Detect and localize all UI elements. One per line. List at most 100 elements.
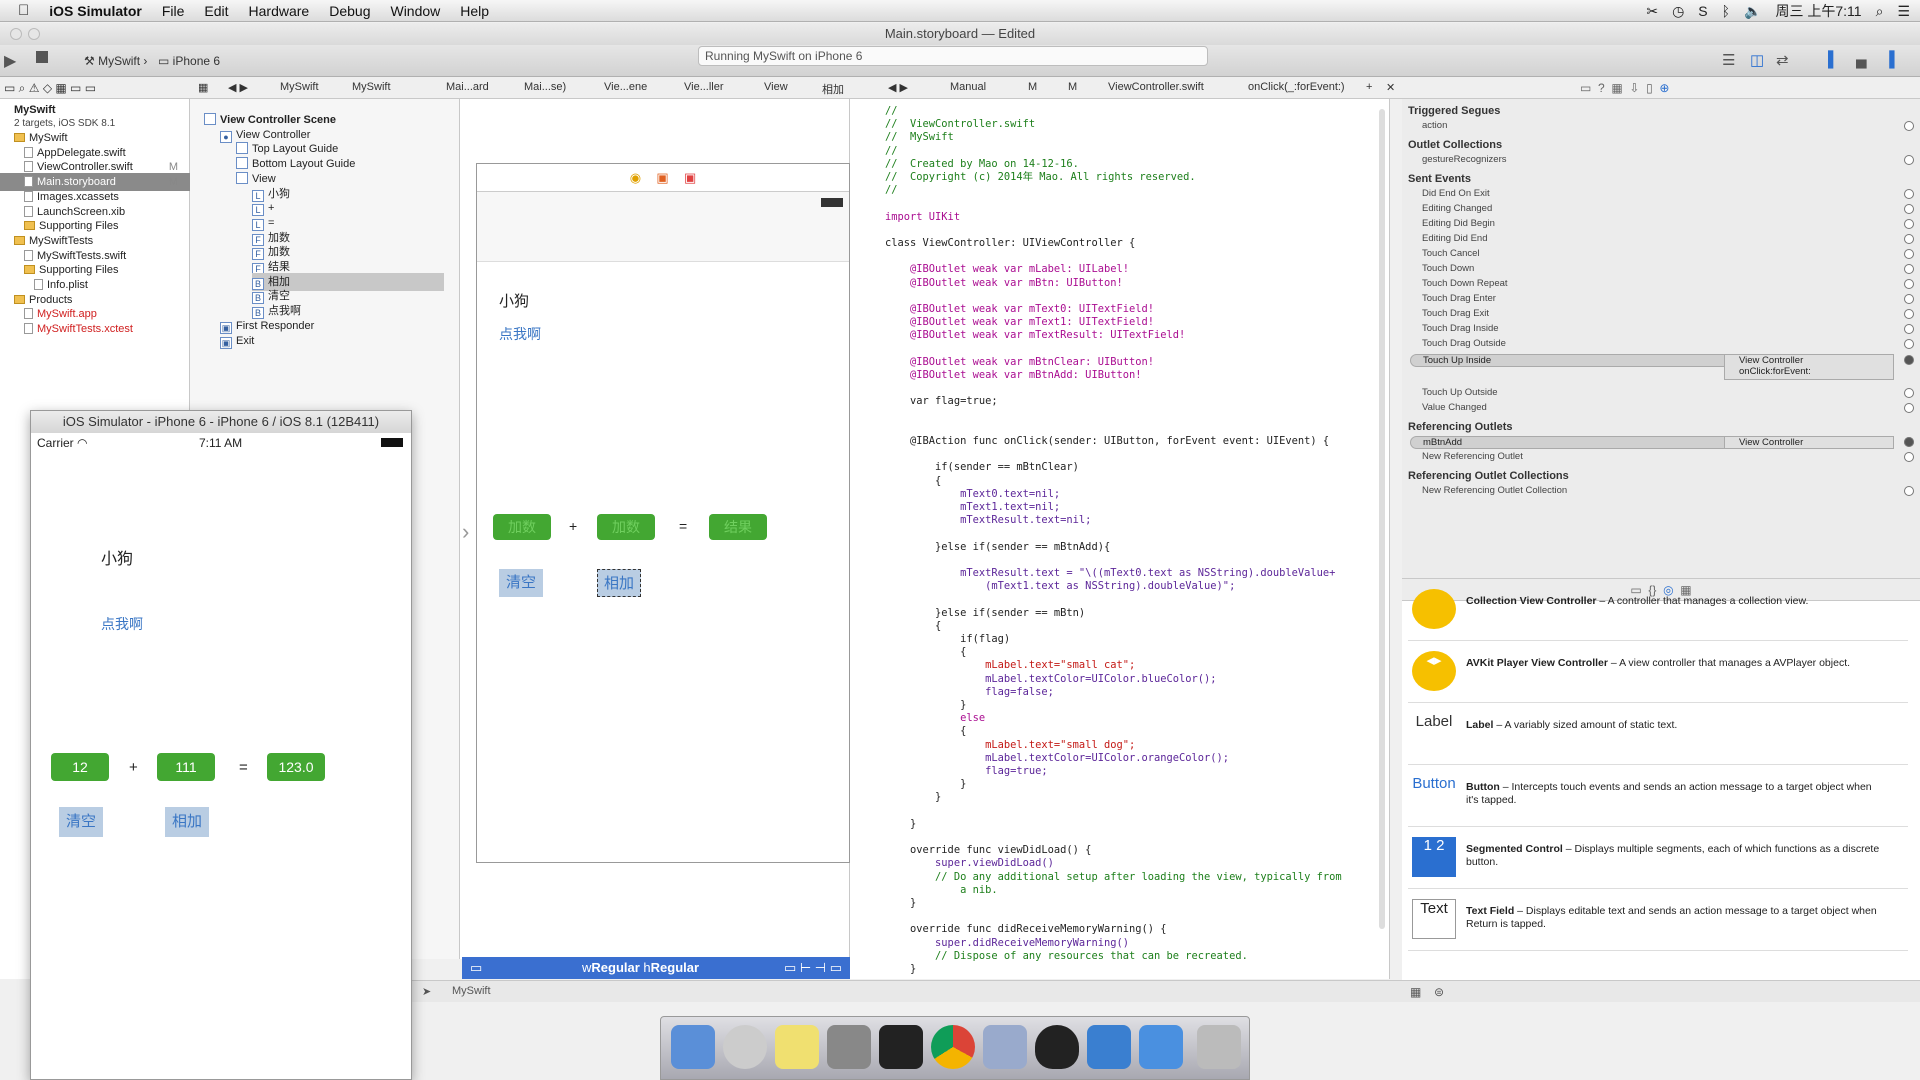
- stickies-icon[interactable]: [775, 1025, 819, 1069]
- sb-plus[interactable]: +: [569, 518, 577, 534]
- library-item[interactable]: Label Label – A variably sized amount of …: [1408, 703, 1908, 765]
- editor-standard-icon[interactable]: ☰: [1722, 51, 1735, 69]
- stop-icon[interactable]: [36, 51, 48, 63]
- connection-circle-icon[interactable]: [1904, 249, 1914, 259]
- menubar-clock[interactable]: 周三 上午7:11: [1775, 1, 1861, 21]
- editor-scrollbar[interactable]: [1379, 109, 1385, 929]
- crumb-r3[interactable]: ViewController.swift: [1108, 81, 1204, 93]
- sim-clear-button[interactable]: 清空: [59, 807, 103, 837]
- outline-item[interactable]: ▣ Exit: [220, 332, 254, 350]
- minimize-window-button[interactable]: [28, 28, 40, 40]
- menu-window[interactable]: Window: [390, 3, 440, 19]
- crumb-7[interactable]: 相加: [822, 81, 844, 97]
- connection-circle-icon[interactable]: [1904, 189, 1914, 199]
- close-window-button[interactable]: [10, 28, 22, 40]
- sb-result-field[interactable]: 结果: [709, 514, 767, 540]
- connection-circle-icon[interactable]: [1904, 452, 1914, 462]
- debug-toggle-icon[interactable]: ▄: [1856, 51, 1867, 68]
- crumb-2[interactable]: Mai...ard: [446, 81, 489, 93]
- connection-circle-filled-icon[interactable]: [1904, 355, 1914, 365]
- connection-circle-icon[interactable]: [1904, 388, 1914, 398]
- outline-toggle-icon[interactable]: ▭: [470, 960, 482, 976]
- connection-circle-icon[interactable]: [1904, 264, 1914, 274]
- connection-circle-icon[interactable]: [1904, 279, 1914, 289]
- skype-icon[interactable]: S: [1698, 3, 1707, 19]
- crumb-r2[interactable]: M: [1068, 81, 1077, 93]
- size-class-bar[interactable]: wRegular hRegular ▭ ▭ ⊢ ⊣ ▭: [462, 957, 850, 979]
- library-item[interactable]: 1 2 Segmented Control – Displays multiple…: [1408, 827, 1908, 889]
- connection-circle-icon[interactable]: [1904, 403, 1914, 413]
- exit-icon[interactable]: ▣: [684, 170, 696, 185]
- sim-tap-button[interactable]: 点我啊: [101, 614, 143, 634]
- sim-field2[interactable]: 111: [157, 753, 215, 781]
- crumb-1[interactable]: MySwift: [352, 81, 391, 93]
- layout-tools-icon[interactable]: ▭ ⊢ ⊣ ▭: [784, 960, 842, 976]
- referencing-outlet-connection[interactable]: mBtnAdd: [1410, 436, 1730, 449]
- system-preferences-icon[interactable]: [827, 1025, 871, 1069]
- menu-file[interactable]: File: [162, 3, 185, 19]
- device-selector[interactable]: ▭ iPhone 6: [158, 54, 220, 68]
- navigator-toggle-icon[interactable]: ▌: [1828, 51, 1839, 68]
- trash-icon[interactable]: [1197, 1025, 1241, 1069]
- spotlight-icon[interactable]: ⌕: [1876, 3, 1884, 20]
- connection-circle-icon[interactable]: [1904, 219, 1914, 229]
- close-editor-icon[interactable]: ✕: [1386, 81, 1395, 94]
- crumb-r4[interactable]: onClick(_:forEvent:): [1248, 81, 1345, 93]
- preview-icon[interactable]: [983, 1025, 1027, 1069]
- menu-debug[interactable]: Debug: [329, 3, 370, 19]
- view-controller-icon[interactable]: ◉: [630, 170, 641, 185]
- connection-circle-icon[interactable]: [1904, 155, 1914, 165]
- editor-assistant-icon[interactable]: ◫: [1750, 51, 1764, 69]
- send-icon[interactable]: ➤: [422, 985, 431, 998]
- connection-circle-icon[interactable]: [1904, 339, 1914, 349]
- library-filter-bar[interactable]: ▦ ⊜: [1402, 980, 1920, 1002]
- connection-circle-icon[interactable]: [1904, 486, 1914, 496]
- navigator-tabs-icon[interactable]: ▭ ⌕ ⚠ ◇ ▦ ▭ ▭: [4, 81, 96, 96]
- sb-clear-button[interactable]: 清空: [499, 569, 543, 597]
- sb-label[interactable]: 小狗: [499, 290, 529, 311]
- volume-icon[interactable]: 🔈: [1744, 3, 1761, 20]
- crumb-6[interactable]: View: [764, 81, 788, 93]
- library-item[interactable]: Text Text Field – Displays editable text …: [1408, 889, 1908, 951]
- time-machine-icon[interactable]: ◷: [1672, 3, 1684, 20]
- sb-field1[interactable]: 加数: [493, 514, 551, 540]
- editor-version-icon[interactable]: ⇄: [1776, 51, 1789, 69]
- nav-item[interactable]: MySwiftTests.xctest: [0, 320, 190, 338]
- scheme-selector[interactable]: ⚒ MySwift ›: [84, 54, 147, 68]
- crumb-r1[interactable]: M: [1028, 81, 1037, 93]
- filter-icon[interactable]: ⊜: [1434, 985, 1444, 999]
- add-editor-icon[interactable]: +: [1366, 81, 1372, 93]
- connection-circle-icon[interactable]: [1904, 324, 1914, 334]
- tools-icon[interactable]: ✂: [1646, 3, 1658, 20]
- menu-hardware[interactable]: Hardware: [249, 3, 310, 19]
- sim-add-button[interactable]: 相加: [165, 807, 209, 837]
- connection-circle-filled-icon[interactable]: [1904, 437, 1914, 447]
- touch-up-inside-connection[interactable]: Touch Up Inside: [1410, 354, 1730, 367]
- back-icon[interactable]: ◀ ▶: [228, 81, 248, 94]
- xcode-alt-icon[interactable]: [1139, 1025, 1183, 1069]
- connection-circle-icon[interactable]: [1904, 294, 1914, 304]
- menu-help[interactable]: Help: [460, 3, 489, 19]
- library-item[interactable]: ◂▸ AVKit Player View Controller – A view …: [1408, 641, 1908, 703]
- sim-result-field[interactable]: 123.0: [267, 753, 325, 781]
- connection-circle-icon[interactable]: [1904, 234, 1914, 244]
- sb-field2[interactable]: 加数: [597, 514, 655, 540]
- sim-field1[interactable]: 12: [51, 753, 109, 781]
- grid-view-icon[interactable]: ▦: [1410, 985, 1421, 999]
- referencing-outlet-target[interactable]: View Controller: [1724, 436, 1894, 449]
- crumb-0[interactable]: MySwift: [280, 81, 319, 93]
- related-items-icon[interactable]: ▦: [198, 81, 208, 94]
- crumb-5[interactable]: Vie...ller: [684, 81, 724, 93]
- crumb-3[interactable]: Mai...se): [524, 81, 566, 93]
- menu-app[interactable]: iOS Simulator: [49, 3, 142, 19]
- assistant-back-icon[interactable]: ◀ ▶: [888, 81, 908, 94]
- connection-circle-icon[interactable]: [1904, 204, 1914, 214]
- menu-edit[interactable]: Edit: [204, 3, 228, 19]
- xcode-icon[interactable]: [1087, 1025, 1131, 1069]
- connection-circle-icon[interactable]: [1904, 121, 1914, 131]
- sb-equals[interactable]: =: [679, 518, 687, 534]
- touch-up-inside-target[interactable]: View Controller onClick:forEvent:: [1724, 354, 1894, 380]
- chrome-icon[interactable]: [931, 1025, 975, 1069]
- utilities-toggle-icon[interactable]: ▐: [1884, 51, 1895, 68]
- crumb-r0[interactable]: Manual: [950, 81, 986, 93]
